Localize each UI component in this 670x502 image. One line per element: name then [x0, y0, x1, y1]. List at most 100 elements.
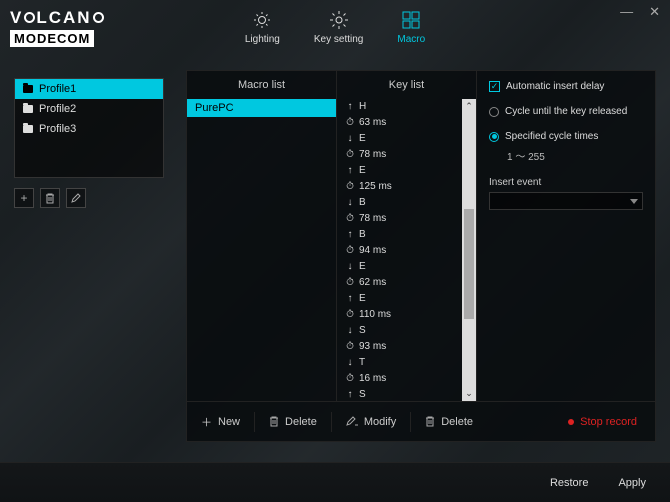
key-event-row[interactable]: ⏱110 ms: [337, 307, 462, 323]
key-event-row[interactable]: ↓E: [337, 131, 462, 147]
radio-icon: [489, 132, 499, 142]
macro-list-header: Macro list: [187, 71, 336, 99]
action-bar: ＋New Delete Modify Delete Stop record: [187, 401, 655, 441]
profile-item[interactable]: Profile3: [15, 119, 163, 139]
sidebar: Profile1 Profile2 Profile3 +: [14, 78, 164, 208]
cycle-times-radio[interactable]: Specified cycle times: [489, 131, 643, 142]
radio-icon: [489, 107, 499, 117]
apply-button[interactable]: Apply: [618, 477, 646, 489]
modify-icon: [346, 416, 358, 427]
insert-event-select[interactable]: [489, 192, 643, 210]
key-event-icon: ↓: [345, 324, 355, 338]
key-event-text: E: [359, 260, 366, 274]
profile-add-button[interactable]: +: [14, 188, 34, 208]
delete-key-button[interactable]: Delete: [411, 416, 487, 428]
key-event-row[interactable]: ↑E: [337, 291, 462, 307]
key-event-icon: ↓: [345, 260, 355, 274]
key-event-text: E: [359, 292, 366, 306]
profile-delete-button[interactable]: [40, 188, 60, 208]
delete-macro-button[interactable]: Delete: [255, 416, 331, 428]
key-event-text: B: [359, 228, 366, 242]
macro-icon: [401, 10, 421, 30]
key-event-text: 63 ms: [359, 116, 386, 130]
macro-item[interactable]: PurePC: [187, 99, 336, 117]
key-event-row[interactable]: ↑B: [337, 227, 462, 243]
key-event-text: 16 ms: [359, 372, 386, 386]
key-event-row[interactable]: ↓B: [337, 195, 462, 211]
nav-keysetting-label: Key setting: [314, 34, 363, 45]
folder-icon: [23, 125, 33, 133]
footer: Restore Apply: [0, 462, 670, 502]
key-event-row[interactable]: ↑E: [337, 163, 462, 179]
key-list[interactable]: ↑H⏱63 ms↓E⏱78 ms↑E⏱125 ms↓B⏱78 ms↑B⏱94 m…: [337, 99, 462, 401]
key-event-row[interactable]: ↑H: [337, 99, 462, 115]
key-event-icon: ⏱: [345, 340, 355, 354]
key-list-scrollbar[interactable]: ⌃ ⌄: [462, 99, 476, 401]
key-event-row[interactable]: ⏱125 ms: [337, 179, 462, 195]
key-event-row[interactable]: ⏱ 16 ms: [337, 371, 462, 387]
key-event-icon: ↑: [345, 388, 355, 401]
key-event-text: B: [359, 196, 366, 210]
profile-item[interactable]: Profile1: [15, 79, 163, 99]
new-button[interactable]: ＋New: [187, 414, 254, 430]
scroll-up-arrow[interactable]: ⌃: [465, 101, 473, 112]
modify-button[interactable]: Modify: [332, 416, 410, 428]
nav-lighting[interactable]: Lighting: [245, 10, 280, 45]
scroll-down-arrow[interactable]: ⌄: [465, 388, 473, 399]
folder-icon: [23, 85, 33, 93]
key-event-text: S: [359, 388, 366, 401]
delete-label: Delete: [441, 416, 473, 428]
key-event-row[interactable]: ⏱ 78 ms: [337, 211, 462, 227]
nav-keysetting[interactable]: Key setting: [314, 10, 363, 45]
close-button[interactable]: ✕: [649, 4, 660, 20]
folder-icon: [23, 105, 33, 113]
options-column: ✓ Automatic insert delay Cycle until the…: [477, 71, 655, 401]
key-event-icon: ↑: [345, 100, 355, 114]
key-event-icon: ⏱: [345, 180, 355, 194]
plus-icon: ＋: [201, 414, 212, 430]
key-event-row[interactable]: ↓S: [337, 323, 462, 339]
minimize-button[interactable]: —: [620, 4, 633, 20]
key-event-row[interactable]: ↑S: [337, 387, 462, 401]
trash-icon: [425, 416, 435, 427]
brand-logo: VLCAN MODECOM: [10, 8, 105, 47]
cycle-released-radio[interactable]: Cycle until the key released: [489, 106, 643, 117]
profile-edit-button[interactable]: [66, 188, 86, 208]
checkbox-icon: ✓: [489, 81, 500, 92]
profile-label: Profile3: [39, 123, 76, 135]
cycle-released-label: Cycle until the key released: [505, 106, 627, 117]
key-event-text: 93 ms: [359, 340, 386, 354]
key-event-text: 78 ms: [359, 212, 386, 226]
profile-tools: +: [14, 188, 164, 208]
key-event-text: H: [359, 100, 366, 114]
chevron-down-icon: [630, 199, 638, 204]
auto-delay-label: Automatic insert delay: [506, 81, 604, 92]
key-event-icon: ⏱: [345, 212, 355, 226]
nav-macro[interactable]: Macro: [397, 10, 425, 45]
key-event-icon: ⏱: [345, 372, 355, 386]
window-controls: — ✕: [610, 0, 670, 24]
profile-list: Profile1 Profile2 Profile3: [14, 78, 164, 178]
key-event-text: E: [359, 164, 366, 178]
key-event-row[interactable]: ⏱63 ms: [337, 115, 462, 131]
cycle-times-label: Specified cycle times: [505, 131, 598, 142]
nav-lighting-label: Lighting: [245, 34, 280, 45]
key-event-icon: ↓: [345, 132, 355, 146]
key-event-text: T: [359, 356, 365, 370]
stop-record-button[interactable]: Stop record: [554, 416, 655, 428]
profile-item[interactable]: Profile2: [15, 99, 163, 119]
key-event-text: E: [359, 132, 366, 146]
scroll-thumb[interactable]: [464, 209, 474, 319]
auto-delay-checkbox[interactable]: ✓ Automatic insert delay: [489, 81, 643, 92]
key-event-icon: ↓: [345, 196, 355, 210]
key-event-row[interactable]: ⏱ 93 ms: [337, 339, 462, 355]
key-event-row[interactable]: ⏱62 ms: [337, 275, 462, 291]
key-event-row[interactable]: ↓T: [337, 355, 462, 371]
key-event-row[interactable]: ↓E: [337, 259, 462, 275]
restore-button[interactable]: Restore: [550, 477, 589, 489]
key-event-row[interactable]: ⏱78 ms: [337, 147, 462, 163]
key-event-row[interactable]: ⏱94 ms: [337, 243, 462, 259]
trash-icon: [269, 416, 279, 427]
profile-label: Profile1: [39, 83, 76, 95]
main-panel: Macro list PurePC Key list ↑H⏱63 ms↓E⏱78…: [186, 70, 656, 442]
